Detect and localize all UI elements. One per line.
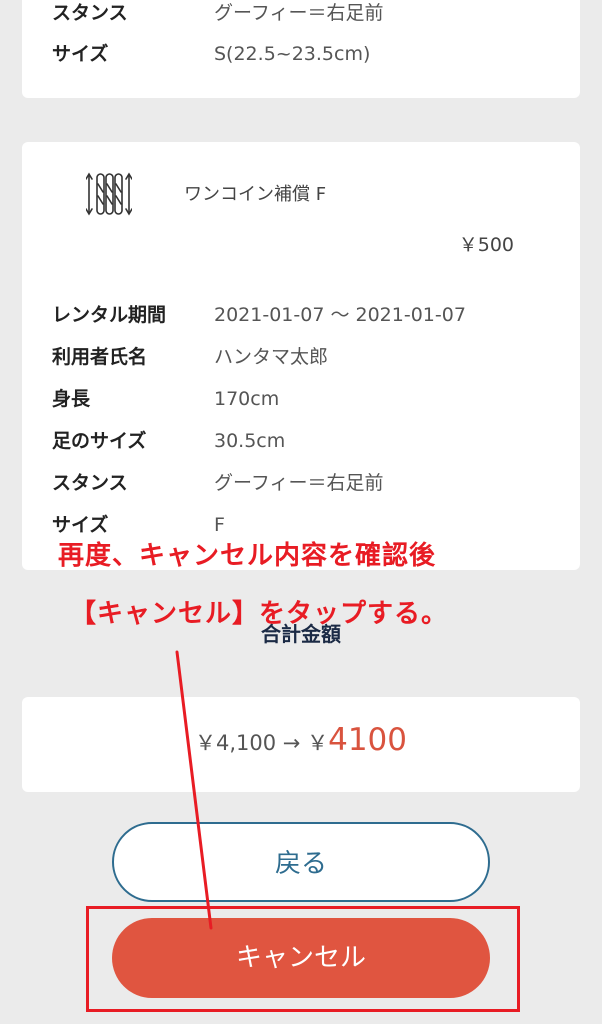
row-key: スタンス — [52, 472, 128, 494]
row-key: 利用者氏名 — [52, 346, 148, 368]
row-value: 170cm — [214, 388, 280, 410]
row-key: サイズ — [52, 43, 109, 65]
row-key: レンタル期間 — [52, 304, 167, 326]
product-name: ワンコイン補償 F — [184, 184, 327, 205]
row-value: グーフィー＝右足前 — [214, 2, 384, 24]
back-button[interactable]: 戻る — [112, 822, 490, 902]
annotation-highlight-box — [86, 906, 520, 1012]
annotation-line-1: 再度、キャンセル内容を確認後 — [58, 541, 437, 571]
row-key: 足のサイズ — [52, 430, 147, 452]
old-total: ￥4,100 — [194, 731, 277, 755]
new-total: 4100 — [328, 722, 407, 758]
product-price: ￥500 — [458, 234, 514, 256]
row-value: S(22.5~23.5cm) — [214, 43, 371, 65]
row-value: ハンタマ太郎 — [214, 346, 329, 368]
row-value: 30.5cm — [214, 430, 286, 452]
wax-board-icon — [86, 172, 132, 216]
annotation-line-2: 【キャンセル】をタップする。 — [70, 599, 449, 629]
row-value: グーフィー＝右足前 — [214, 472, 384, 494]
currency-symbol: ￥ — [307, 731, 329, 755]
row-key: 身長 — [52, 388, 91, 410]
total-amount: ￥4,100 → ￥4100 — [22, 722, 580, 758]
row-value: 2021-01-07 〜 2021-01-07 — [214, 304, 466, 326]
arrow-glyph: → — [282, 731, 301, 755]
row-key: スタンス — [52, 2, 128, 24]
